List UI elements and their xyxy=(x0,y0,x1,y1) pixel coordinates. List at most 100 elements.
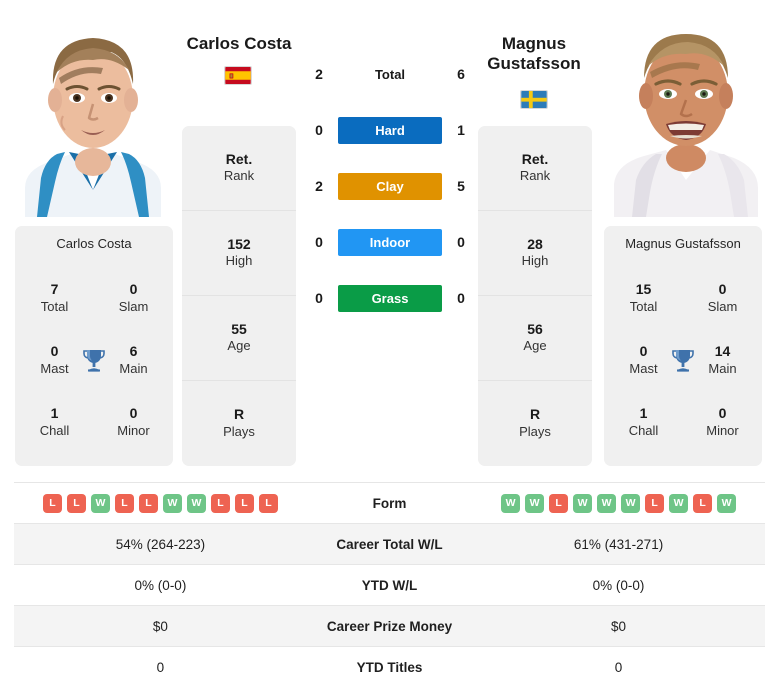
left-form-badges: LLWLLWWLLL xyxy=(14,493,307,513)
rank-value: 56 xyxy=(527,320,543,337)
form-badge-left-6: W xyxy=(186,493,206,513)
surface-label-grass[interactable]: Grass xyxy=(338,284,442,312)
rank-cell: R Plays xyxy=(478,381,592,466)
trophy-icon xyxy=(81,347,107,373)
rank-cell: 56 Age xyxy=(478,296,592,381)
titles-row: 0 Mast 6 Main xyxy=(15,329,173,391)
sweden-flag-icon xyxy=(520,90,548,109)
rank-label: Plays xyxy=(223,423,255,439)
rank-cell: Ret. Rank xyxy=(478,126,592,211)
rank-label: Age xyxy=(227,338,251,354)
right-count: 6 xyxy=(457,66,465,82)
left-value: 0% (0-0) xyxy=(134,577,187,593)
rank-cell: 55 Age xyxy=(182,296,296,381)
right-value: $0 xyxy=(611,618,627,634)
surface-label-hard[interactable]: Hard xyxy=(338,116,442,144)
right-player-titles-card: Magnus Gustafsson 15 Total 0 Slam 0 Mast xyxy=(604,226,762,466)
form-badge-right-7: W xyxy=(669,493,689,513)
left-value: 0 xyxy=(156,659,165,675)
form-badge-right-5: W xyxy=(621,493,641,513)
form-badge-right-1: W xyxy=(525,493,545,513)
spain-flag-icon xyxy=(224,66,252,85)
form-badge-right-4: W xyxy=(597,493,617,513)
rank-label: Plays xyxy=(519,423,551,439)
surface-head-to-head: 2 Total 6 0 Hard 1 2 Clay 5 0 Indoor 0 0… xyxy=(300,56,480,316)
player-comparison-header: Carlos Costa Magnus Gustafsson Ret. Rank… xyxy=(0,0,779,472)
right-value: 0 xyxy=(614,659,623,675)
surface-row-clay: 2 Clay 5 xyxy=(300,168,480,204)
titles-row: 1 Chall 0 Minor xyxy=(15,391,173,453)
stat-label: Chall xyxy=(628,422,659,438)
surface-row-total: 2 Total 6 xyxy=(300,56,480,92)
rank-value: Ret. xyxy=(521,150,549,167)
stat-total: 7 Total xyxy=(15,280,94,315)
surface-label: Total xyxy=(374,66,406,82)
stat-label: Minor xyxy=(117,422,150,438)
career-comparison-table: LLWLLWWLLL Form WWLWWWLWLW 54% (264-223)… xyxy=(14,482,765,688)
rank-cell: R Plays xyxy=(182,381,296,466)
left-player-name: Carlos Costa xyxy=(186,34,292,53)
right-form-badges: WWLWWWLWLW xyxy=(472,493,765,513)
surface-label-clay[interactable]: Clay xyxy=(338,172,442,200)
form-badge-right-3: W xyxy=(573,493,593,513)
left-form-cell: LLWLLWWLLL xyxy=(14,483,307,524)
stat-minor: 0 Minor xyxy=(683,404,762,439)
stat-chall: 1 Chall xyxy=(604,404,683,439)
stat-minor: 0 Minor xyxy=(94,404,173,439)
stat-label: Minor xyxy=(706,422,739,438)
right-player-name: Magnus Gustafsson xyxy=(487,34,581,74)
row-label: Form xyxy=(372,495,407,511)
form-badge-left-5: W xyxy=(162,493,182,513)
form-badge-left-1: L xyxy=(66,493,86,513)
left-count: 0 xyxy=(315,290,323,306)
stat-value: 0 xyxy=(129,405,138,422)
rank-value: R xyxy=(233,406,245,423)
titles-row: 7 Total 0 Slam xyxy=(15,267,173,329)
form-badge-left-2: W xyxy=(90,493,110,513)
right-player-rank-card: Ret. Rank 28 High 56 Age R Plays xyxy=(478,126,592,466)
stat-label: Total xyxy=(40,298,69,314)
form-badge-right-0: W xyxy=(501,493,521,513)
left-player-photo xyxy=(7,12,179,217)
left-count: 2 xyxy=(315,66,323,82)
row-label: Career Total W/L xyxy=(336,536,443,552)
stat-value: 1 xyxy=(639,405,648,422)
form-badge-right-9: W xyxy=(717,493,737,513)
right-value: 0% (0-0) xyxy=(592,577,645,593)
form-badge-left-9: L xyxy=(258,493,278,513)
rank-label: Rank xyxy=(223,168,255,184)
stat-total: 15 Total xyxy=(604,280,683,315)
right-value: 61% (431-271) xyxy=(573,536,664,552)
surface-row-indoor: 0 Indoor 0 xyxy=(300,224,480,260)
stat-slam: 0 Slam xyxy=(94,280,173,315)
right-count: 1 xyxy=(457,122,465,138)
form-badge-left-4: L xyxy=(138,493,158,513)
titles-row: 1 Chall 0 Minor xyxy=(604,391,762,453)
titles-card-name: Carlos Costa xyxy=(56,236,132,251)
row-label: YTD Titles xyxy=(356,659,423,675)
stat-chall: 1 Chall xyxy=(15,404,94,439)
stat-value: 1 xyxy=(50,405,59,422)
form-badge-left-0: L xyxy=(42,493,62,513)
rank-label: Rank xyxy=(519,168,551,184)
form-badge-left-7: L xyxy=(210,493,230,513)
stat-label: Total xyxy=(629,298,658,314)
left-player-titles-card: Carlos Costa 7 Total 0 Slam 0 Mast 6 Mai… xyxy=(15,226,173,466)
rank-cell: Ret. Rank xyxy=(182,126,296,211)
trophy-icon xyxy=(670,347,696,373)
stat-value: 0 xyxy=(718,281,727,298)
left-count: 0 xyxy=(315,234,323,250)
rank-value: 55 xyxy=(231,320,247,337)
right-count: 5 xyxy=(457,178,465,194)
left-value: 54% (264-223) xyxy=(115,536,206,552)
stat-value: 0 xyxy=(718,405,727,422)
rank-label: Age xyxy=(523,338,547,354)
right-count: 0 xyxy=(457,234,465,250)
stat-value: 0 xyxy=(129,281,138,298)
left-player-rank-card: Ret. Rank 152 High 55 Age R Plays xyxy=(182,126,296,466)
row-label: Career Prize Money xyxy=(326,618,453,634)
right-form-cell: WWLWWWLWLW xyxy=(472,483,765,524)
surface-label-indoor[interactable]: Indoor xyxy=(338,228,442,256)
stat-label: Slam xyxy=(118,298,149,314)
rank-value: Ret. xyxy=(225,150,253,167)
